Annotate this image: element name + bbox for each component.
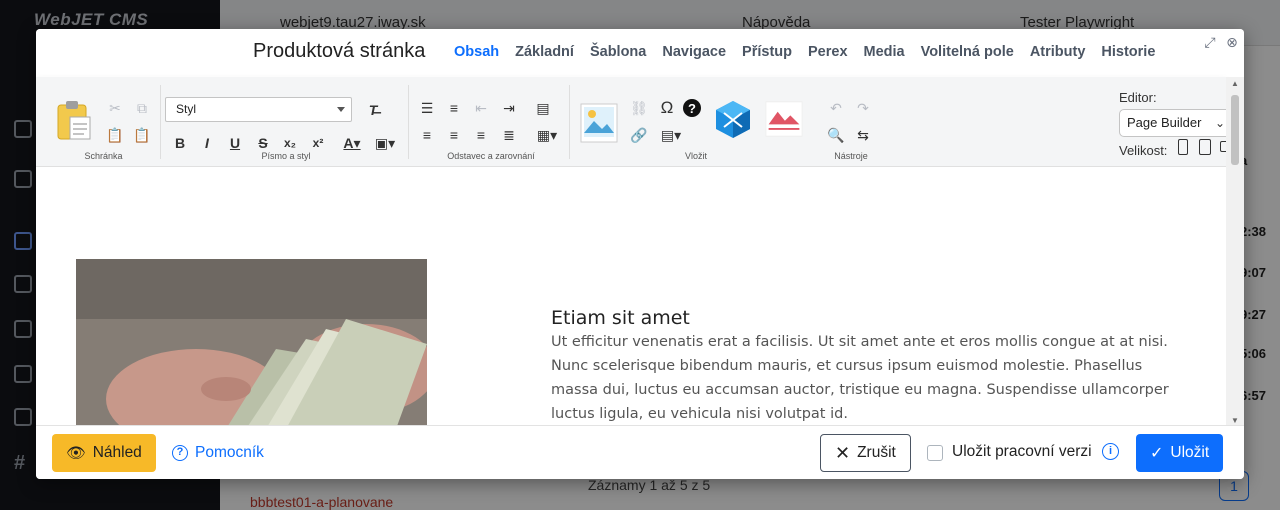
tab-history[interactable]: Historie <box>1101 44 1155 60</box>
modal-footer: 👁 Náhled ? Pomocník ✕ Zrušit Uložit prac… <box>36 425 1244 479</box>
form-icon[interactable]: ▤▾ <box>656 124 686 146</box>
question-circle-icon: ? <box>172 445 188 461</box>
text-color-icon[interactable]: A▾ <box>337 132 367 154</box>
tab-attributes[interactable]: Atributy <box>1030 44 1086 60</box>
modal-header: Produktová stránka Obsah Základní Šablon… <box>36 29 1244 77</box>
italic-icon[interactable]: I <box>196 132 218 154</box>
clear-format-icon[interactable]: T̶ <box>362 99 384 121</box>
special-char-icon[interactable]: Ω <box>656 97 678 119</box>
group-label-paragraph: Odstavec a zarovnání <box>447 151 535 161</box>
preview-button[interactable]: 👁 Náhled <box>52 434 156 472</box>
paste-icon[interactable] <box>56 99 92 141</box>
align-center-icon[interactable]: ≡ <box>443 124 465 146</box>
save-button-label: Uložit <box>1170 444 1210 461</box>
cut-icon[interactable]: ✂ <box>104 97 126 119</box>
group-label-insert: Vložit <box>684 151 707 161</box>
maximize-icon[interactable]: ⤢ <box>1202 34 1218 50</box>
tab-content[interactable]: Obsah <box>454 44 499 60</box>
page-editor-modal: Produktová stránka Obsah Základní Šablon… <box>36 29 1244 479</box>
group-label-font: Písmo a styl <box>261 151 311 161</box>
close-icon[interactable]: ⊗ <box>1224 34 1240 50</box>
style-select[interactable]: Styl <box>165 97 352 122</box>
phone-size-icon[interactable] <box>1178 139 1188 155</box>
scroll-thumb[interactable] <box>1231 95 1239 165</box>
content-paragraph[interactable]: Ut efficitur venenatis erat a facilisis.… <box>551 330 1191 425</box>
editor-label: Editor: <box>1119 90 1157 105</box>
save-draft-checkbox[interactable] <box>927 445 943 461</box>
cancel-button[interactable]: ✕ Zrušit <box>820 434 911 472</box>
tab-optional-fields[interactable]: Volitelná pole <box>921 44 1014 60</box>
align-right-icon[interactable]: ≡ <box>470 124 492 146</box>
content-scrollbar[interactable]: ▲ ▼ <box>1226 77 1244 427</box>
tab-navigation[interactable]: Navigace <box>662 44 726 60</box>
content-heading[interactable]: Etiam sit amet <box>551 307 690 329</box>
help-button[interactable]: ? Pomocník <box>160 434 276 472</box>
image-insert-icon[interactable] <box>580 103 618 143</box>
toolbar-separator <box>408 85 409 159</box>
tab-basic[interactable]: Základní <box>515 44 574 60</box>
search-icon[interactable]: 🔍 <box>825 124 847 146</box>
scroll-down-icon[interactable]: ▼ <box>1231 416 1239 425</box>
header-actions: ⤢ ⊗ <box>1202 34 1240 50</box>
bulleted-list-icon[interactable]: ☰ <box>416 97 438 119</box>
cancel-button-label: Zrušit <box>857 444 896 461</box>
size-label: Velikost: <box>1119 143 1168 158</box>
modal-title: Produktová stránka <box>253 40 426 62</box>
redo-icon[interactable]: ↷ <box>852 97 874 119</box>
close-icon: ✕ <box>835 442 851 463</box>
group-label-clipboard: Schránka <box>84 151 123 161</box>
editor-content[interactable]: Etiam sit amet Ut efficitur venenatis er… <box>36 167 1226 425</box>
save-button[interactable]: ✓ Uložit <box>1136 434 1224 472</box>
group-label-tools: Nástroje <box>834 151 868 161</box>
app-cube-icon[interactable] <box>714 99 752 139</box>
tab-template[interactable]: Šablona <box>590 44 646 60</box>
unlink-icon[interactable]: ⛓ <box>628 97 650 119</box>
help-icon[interactable]: ? <box>683 99 701 117</box>
chevron-down-icon: ⌄ <box>1214 116 1225 130</box>
indent-icon[interactable]: ⇥ <box>498 97 520 119</box>
editor-toolbar: ✂ ⧉ 📋 📋 Schránka Styl T̶ B I U S x₂ x² A… <box>36 77 1234 167</box>
money-image[interactable] <box>76 259 427 425</box>
table-icon[interactable]: ▦▾ <box>532 124 562 146</box>
numbered-list-icon[interactable]: ≡ <box>443 97 465 119</box>
banner-icon[interactable] <box>765 99 803 139</box>
tab-perex[interactable]: Perex <box>808 44 848 60</box>
modal-tabs: Obsah Základní Šablona Navigace Přístup … <box>454 44 1155 60</box>
outdent-icon[interactable]: ⇤ <box>470 97 492 119</box>
toolbar-separator <box>160 85 161 159</box>
check-icon: ✓ <box>1150 445 1164 462</box>
save-draft-label[interactable]: Uložit pracovní verzi <box>952 443 1092 461</box>
align-justify-icon[interactable]: ≣ <box>498 124 520 146</box>
bold-icon[interactable]: B <box>169 132 191 154</box>
paste-word-icon[interactable]: 📋 <box>131 124 153 146</box>
help-button-label: Pomocník <box>195 444 264 461</box>
undo-icon[interactable]: ↶ <box>825 97 847 119</box>
chevron-down-icon <box>337 107 345 112</box>
scroll-up-icon[interactable]: ▲ <box>1231 79 1239 88</box>
style-select-value: Styl <box>176 102 197 116</box>
copy-icon[interactable]: ⧉ <box>131 97 153 119</box>
tablet-size-icon[interactable] <box>1199 139 1211 155</box>
align-left-icon[interactable]: ≡ <box>416 124 438 146</box>
link-icon[interactable]: 🔗 <box>628 124 650 146</box>
paste-text-icon[interactable]: 📋 <box>104 124 126 146</box>
info-icon[interactable]: i <box>1102 443 1119 460</box>
eye-icon: 👁 <box>66 444 86 462</box>
tab-media[interactable]: Media <box>864 44 905 60</box>
preview-button-label: Náhled <box>92 444 142 461</box>
editor-select[interactable]: Page Builder ⌄ <box>1119 109 1234 137</box>
background-color-icon[interactable]: ▣▾ <box>370 132 400 154</box>
toolbar-separator <box>569 85 570 159</box>
tab-access[interactable]: Přístup <box>742 44 792 60</box>
editor-select-value: Page Builder <box>1127 115 1202 130</box>
replace-icon[interactable]: ⇆ <box>852 124 874 146</box>
block-icon[interactable]: ▤ <box>532 97 554 119</box>
